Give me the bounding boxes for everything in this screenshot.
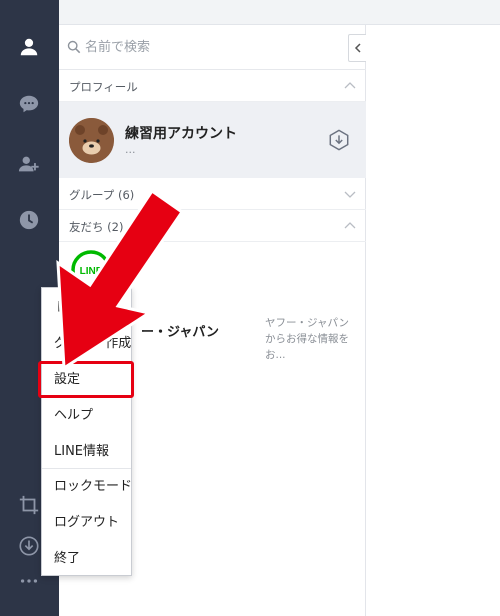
add-person-icon[interactable] [15, 150, 43, 178]
crop-icon[interactable] [15, 491, 43, 519]
menu-item-talk[interactable]: トーク [42, 290, 131, 326]
search-input[interactable] [85, 36, 335, 58]
chat-pane [366, 25, 500, 616]
clock-icon[interactable] [15, 206, 43, 234]
chevron-up-icon [344, 82, 356, 89]
top-bar [59, 0, 500, 25]
menu-item-line-info[interactable]: LINE情報 [42, 434, 131, 470]
friend-name[interactable]: ー・ジャパン [141, 321, 219, 340]
menu-item-lock-mode[interactable]: ロックモード [42, 469, 131, 505]
collapse-panel-button[interactable] [348, 34, 366, 62]
section-header-profile[interactable]: プロフィール [59, 70, 366, 102]
menu-item-quit[interactable]: 終了 [42, 541, 131, 577]
menu-item-help[interactable]: ヘルプ [42, 398, 131, 434]
search-bar [59, 25, 366, 70]
profile-name: 練習用アカウント [125, 126, 237, 142]
menu-item-create-group[interactable]: グループ作成 [42, 326, 131, 362]
section-label: プロフィール [69, 80, 138, 94]
avatar [69, 118, 114, 163]
friend-status-message: ヤフー・ジャパンからお得な情報をお... [265, 317, 349, 361]
chat-bubble-icon[interactable] [15, 90, 43, 118]
settings-menu: トーク グループ作成 設定 ヘルプ LINE情報 ロックモード ログアウト 終了 [41, 287, 132, 576]
line-logo-icon: LINE [71, 250, 111, 290]
chevron-down-icon [344, 191, 356, 198]
section-header-groups[interactable]: グループ (6) [59, 178, 366, 210]
chevron-left-icon [354, 43, 361, 53]
section-label: グループ (6) [69, 188, 135, 202]
line-logo-text: LINE [80, 266, 103, 277]
section-header-friends[interactable]: 友だち (2) [59, 210, 366, 242]
more-dots-icon[interactable] [15, 567, 43, 595]
download-icon[interactable] [15, 532, 43, 560]
download-icon[interactable] [328, 129, 350, 151]
section-label: 友だち (2) [69, 220, 124, 234]
chevron-up-icon [344, 222, 356, 229]
profile-status: ... [125, 143, 136, 156]
menu-item-logout[interactable]: ログアウト [42, 505, 131, 541]
person-icon[interactable] [15, 33, 43, 61]
highlight-box [38, 361, 134, 398]
search-icon [67, 40, 81, 54]
